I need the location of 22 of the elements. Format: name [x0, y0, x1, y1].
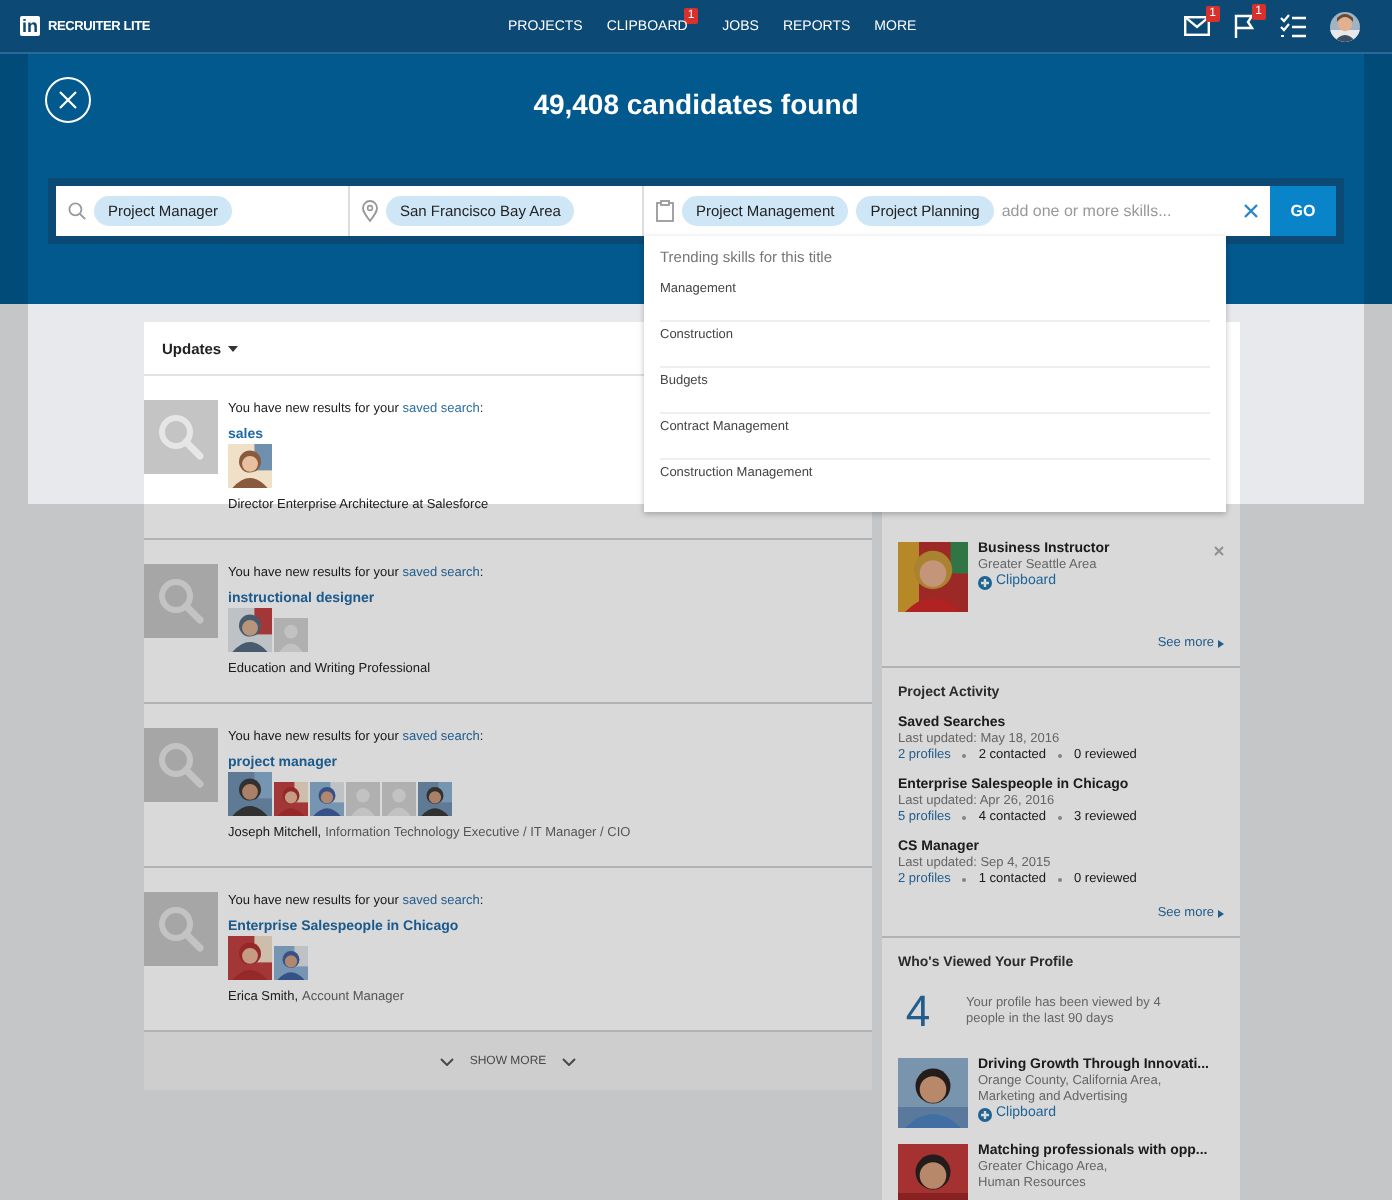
flag-icon[interactable] [1234, 14, 1256, 38]
chevron-down-icon [562, 1057, 577, 1065]
checklist-icon[interactable] [1280, 14, 1306, 38]
search-icon [144, 564, 218, 638]
clipboard-icon [656, 200, 674, 222]
location-pin-icon [362, 200, 378, 222]
plus-icon [978, 575, 992, 589]
search-icon [68, 202, 86, 220]
go-button[interactable]: GO [1270, 186, 1336, 236]
search-icon [144, 892, 218, 966]
search-icon [144, 728, 218, 802]
caret-right-icon [1218, 909, 1224, 917]
results-title: 49,408 candidates found [533, 88, 859, 124]
search-icon [144, 400, 218, 474]
chevron-down-icon [439, 1057, 454, 1065]
viewer-count[interactable]: 4 [898, 986, 938, 1038]
plus-icon [978, 1107, 992, 1121]
logo[interactable]: in [20, 16, 40, 36]
clear-icon[interactable] [1244, 204, 1258, 218]
caret-right-icon [1218, 639, 1224, 647]
caret-icon [227, 345, 238, 351]
mail-icon[interactable] [1184, 16, 1210, 36]
